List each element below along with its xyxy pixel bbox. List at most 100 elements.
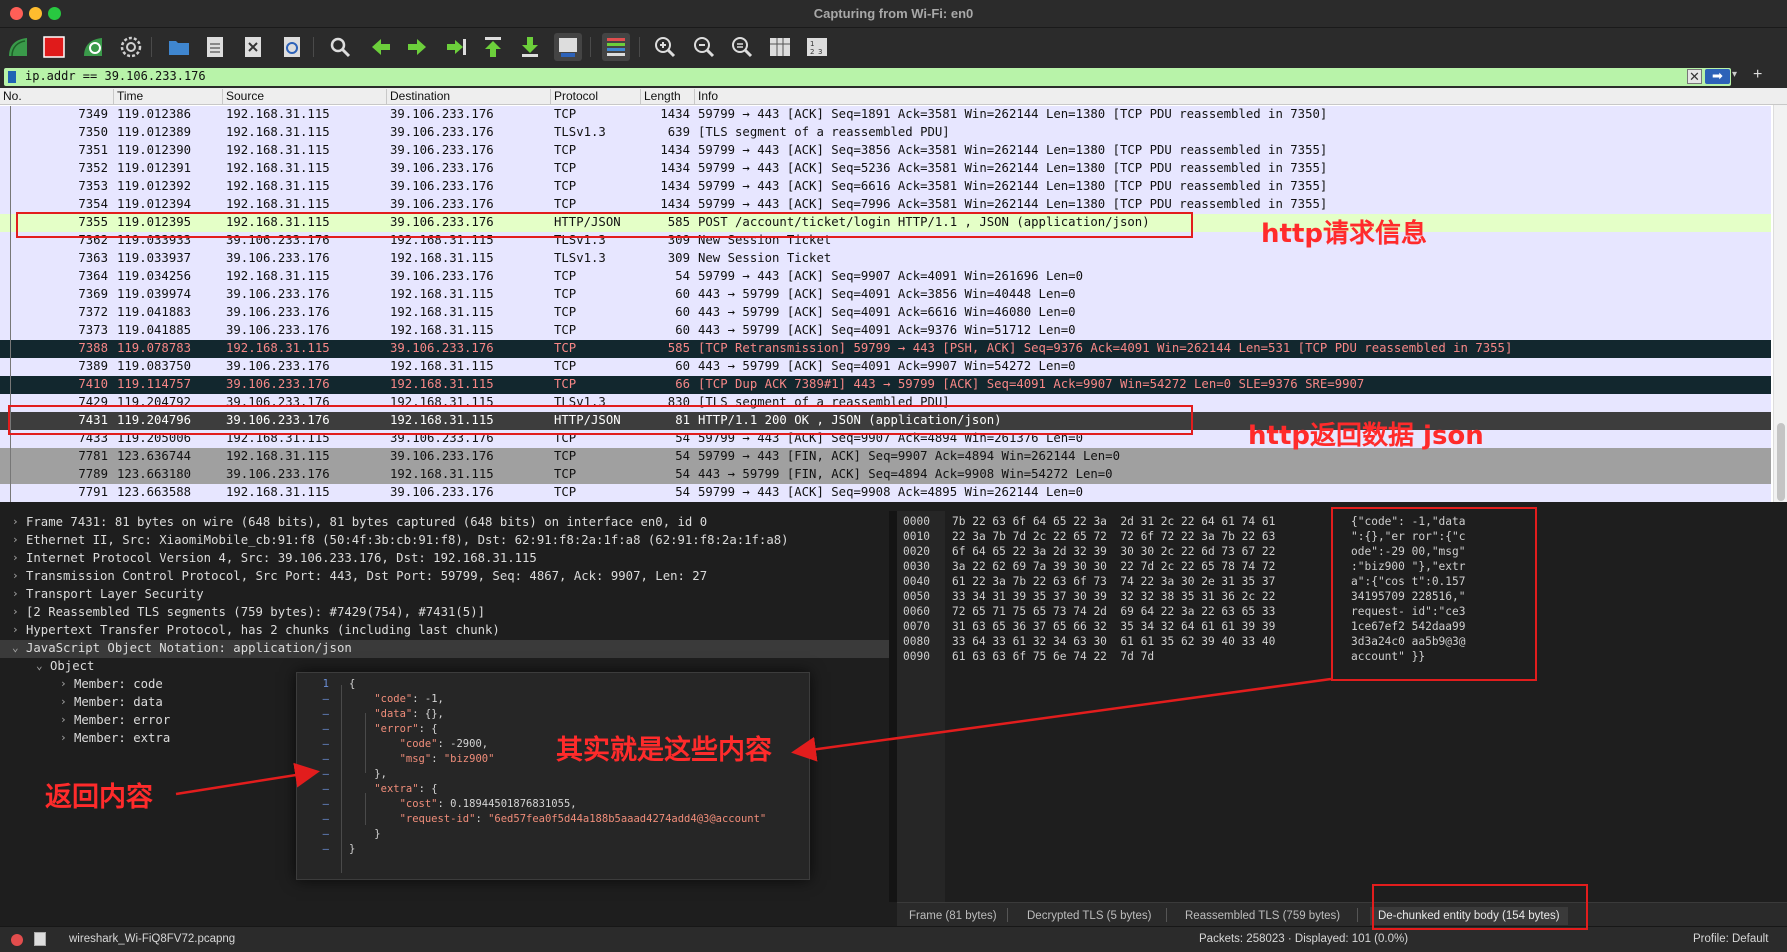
- column-header-no[interactable]: No.: [0, 89, 22, 105]
- display-filter-input[interactable]: ip.addr == 39.106.233.176 ✕ ➡: [4, 68, 1731, 86]
- chevron-right-icon[interactable]: ›: [12, 569, 19, 582]
- profile-indicator[interactable]: Profile: Default: [1693, 933, 1768, 945]
- resize-columns-icon[interactable]: [766, 33, 794, 61]
- json-line-number: –: [322, 738, 329, 750]
- colorize-icon[interactable]: [602, 33, 630, 61]
- packet-row[interactable]: 7372 119.041883 39.106.233.176 192.168.31.1…: [0, 304, 1771, 322]
- detail-tree-row[interactable]: › Transmission Control Protocol, Src Port…: [0, 568, 889, 586]
- tab-frame-bytes[interactable]: Frame (81 bytes): [901, 907, 1005, 925]
- packet-cell-proto: TCP: [554, 341, 577, 355]
- packet-list-scrollbar[interactable]: [1773, 105, 1787, 502]
- detail-tree-row[interactable]: › Hypertext Transfer Protocol, has 2 chun…: [0, 622, 889, 640]
- packet-cell-dst: 192.168.31.115: [390, 467, 494, 481]
- go-last-icon[interactable]: [516, 33, 544, 61]
- detail-tree-row[interactable]: › Transport Layer Security: [0, 586, 889, 604]
- restart-capture-icon[interactable]: [79, 33, 107, 61]
- zoom-in-icon[interactable]: [651, 33, 679, 61]
- go-to-packet-icon[interactable]: [442, 33, 470, 61]
- expand-subtrees-icon[interactable]: 123: [803, 33, 831, 61]
- tab-reassembled-tls[interactable]: Reassembled TLS (759 bytes): [1177, 907, 1348, 925]
- tab-decrypted-tls[interactable]: Decrypted TLS (5 bytes): [1019, 907, 1159, 925]
- column-header-protocol[interactable]: Protocol: [550, 89, 598, 105]
- packet-row[interactable]: 7352 119.012391 192.168.31.115 39.106.233.1…: [0, 160, 1771, 178]
- chevron-right-icon[interactable]: ›: [12, 515, 19, 528]
- column-header-info[interactable]: Info: [694, 89, 718, 105]
- vertical-pane-splitter[interactable]: [889, 511, 897, 902]
- go-back-icon[interactable]: [367, 33, 395, 61]
- packet-cell-time: 119.012392: [117, 179, 192, 193]
- chevron-right-icon[interactable]: ›: [60, 695, 67, 708]
- chevron-right-icon[interactable]: ›: [60, 677, 67, 690]
- reload-file-icon[interactable]: [278, 33, 306, 61]
- packet-row[interactable]: 7349 119.012386 192.168.31.115 39.106.233.1…: [0, 106, 1771, 124]
- start-capture-icon[interactable]: [4, 33, 32, 61]
- packet-row[interactable]: 7353 119.012392 192.168.31.115 39.106.233.1…: [0, 178, 1771, 196]
- packet-cell-time: 119.078783: [117, 341, 192, 355]
- json-line-number: –: [322, 768, 329, 780]
- filter-history-dropdown-icon[interactable]: ▾: [1732, 69, 1737, 80]
- packet-row[interactable]: 7363 119.033937 39.106.233.176 192.168.31.1…: [0, 250, 1771, 268]
- packet-row[interactable]: 7410 119.114757 39.106.233.176 192.168.31.1…: [0, 376, 1771, 394]
- packet-row[interactable]: 7389 119.083750 39.106.233.176 192.168.31.1…: [0, 358, 1771, 376]
- detail-tree-row[interactable]: › Internet Protocol Version 4, Src: 39.10…: [0, 550, 889, 568]
- hex-off: 0070: [903, 620, 930, 633]
- zoom-out-icon[interactable]: [690, 33, 718, 61]
- save-file-icon[interactable]: [201, 33, 229, 61]
- chevron-right-icon[interactable]: ›: [60, 731, 67, 744]
- go-first-icon[interactable]: [479, 33, 507, 61]
- capture-comment-icon[interactable]: [34, 932, 46, 946]
- packet-row[interactable]: 7369 119.039974 39.106.233.176 192.168.31.1…: [0, 286, 1771, 304]
- column-header-time[interactable]: Time: [113, 89, 143, 105]
- packet-row[interactable]: 7364 119.034256 192.168.31.115 39.106.233.1…: [0, 268, 1771, 286]
- chevron-right-icon[interactable]: ›: [12, 605, 19, 618]
- column-header-length[interactable]: Length: [640, 89, 681, 105]
- packet-row[interactable]: 7351 119.012390 192.168.31.115 39.106.233.1…: [0, 142, 1771, 160]
- packet-row[interactable]: 7789 123.663180 39.106.233.176 192.168.31.1…: [0, 466, 1771, 484]
- bytes-tab-bar: Frame (81 bytes) Decrypted TLS (5 bytes)…: [897, 902, 1787, 926]
- conversation-line: [10, 106, 11, 502]
- detail-tree-row[interactable]: ⌄ JavaScript Object Notation: application…: [0, 640, 889, 658]
- packet-cell-time: 119.012389: [117, 125, 192, 139]
- packet-cell-dst: 192.168.31.115: [390, 287, 494, 301]
- detail-tree-row[interactable]: › [2 Reassembled TLS segments (759 bytes)…: [0, 604, 889, 622]
- clear-filter-icon[interactable]: ✕: [1687, 69, 1702, 84]
- go-forward-icon[interactable]: [403, 33, 431, 61]
- json-line-code: {: [349, 678, 356, 690]
- autoscroll-icon[interactable]: [554, 33, 582, 61]
- chevron-down-icon[interactable]: ⌄: [36, 659, 43, 672]
- packet-cell-proto: TCP: [554, 179, 577, 193]
- json-line-code: "error": {: [374, 723, 438, 735]
- chevron-down-icon[interactable]: ⌄: [12, 641, 19, 654]
- detail-tree-row[interactable]: › Ethernet II, Src: XiaomiMobile_cb:91:f8…: [0, 532, 889, 550]
- column-header-source[interactable]: Source: [222, 89, 264, 105]
- capture-status-icon[interactable]: [11, 934, 23, 946]
- packet-row[interactable]: 7791 123.663588 192.168.31.115 39.106.233.1…: [0, 484, 1771, 502]
- hex-off: 0000: [903, 515, 930, 528]
- display-filter-text[interactable]: ip.addr == 39.106.233.176: [25, 69, 206, 83]
- chevron-right-icon[interactable]: ›: [12, 551, 19, 564]
- packet-row[interactable]: 7350 119.012389 192.168.31.115 39.106.233.1…: [0, 124, 1771, 142]
- packet-row[interactable]: 7373 119.041885 39.106.233.176 192.168.31.1…: [0, 322, 1771, 340]
- packet-cell-len: 60: [675, 287, 690, 301]
- add-filter-button-icon[interactable]: +: [1753, 66, 1762, 84]
- stop-capture-icon[interactable]: [40, 33, 68, 61]
- column-header-destination[interactable]: Destination: [386, 89, 450, 105]
- packet-list-scroll-thumb[interactable]: [1777, 423, 1785, 501]
- packet-cell-src: 39.106.233.176: [226, 323, 330, 337]
- detail-tree-row[interactable]: › Frame 7431: 81 bytes on wire (648 bits)…: [0, 514, 889, 532]
- packet-row[interactable]: 7781 123.636744 192.168.31.115 39.106.233.1…: [0, 448, 1771, 466]
- close-file-icon[interactable]: [239, 33, 267, 61]
- bookmark-icon[interactable]: [8, 71, 16, 83]
- open-file-icon[interactable]: [165, 33, 193, 61]
- zoom-normal-icon[interactable]: [728, 33, 756, 61]
- capture-options-icon[interactable]: [117, 33, 145, 61]
- chevron-right-icon[interactable]: ›: [12, 623, 19, 636]
- chevron-right-icon[interactable]: ›: [60, 713, 67, 726]
- json-line: – }: [297, 828, 811, 843]
- find-packet-icon[interactable]: [326, 33, 354, 61]
- apply-filter-icon[interactable]: ➡: [1705, 69, 1730, 84]
- packet-row[interactable]: 7388 119.078783 192.168.31.115 39.106.233.1…: [0, 340, 1771, 358]
- hex-off: 0020: [903, 545, 930, 558]
- chevron-right-icon[interactable]: ›: [12, 533, 19, 546]
- chevron-right-icon[interactable]: ›: [12, 587, 19, 600]
